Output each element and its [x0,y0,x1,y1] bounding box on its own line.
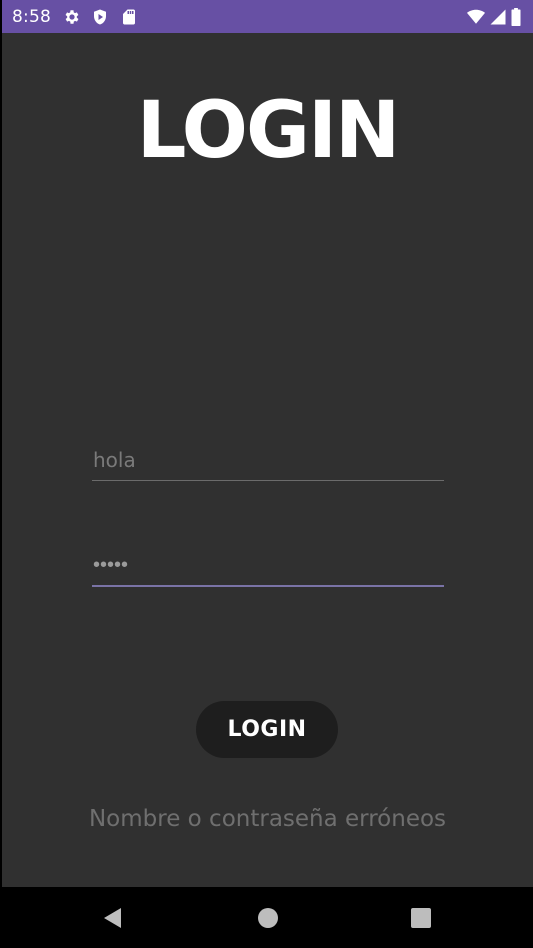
error-message: Nombre o contraseña erróneos [88,806,447,832]
password-underline [92,585,444,587]
back-icon[interactable] [101,906,125,930]
username-input[interactable] [92,440,444,480]
app-screen: 8:58 LOGIN ••••• LOGIN Nombre o contrase… [2,0,533,948]
gear-icon [65,10,79,24]
page-title: LOGIN [136,86,401,176]
recents-icon[interactable] [409,906,433,930]
home-icon[interactable] [256,906,280,930]
status-time: 8:58 [12,7,51,27]
navigation-bar [2,887,533,948]
battery-icon [511,8,521,26]
cell-signal-icon [490,9,506,25]
login-button[interactable]: LOGIN [196,701,338,758]
username-field[interactable] [92,440,444,481]
status-bar: 8:58 [2,0,533,33]
wifi-icon [467,9,485,24]
play-protect-icon [94,9,106,25]
password-field[interactable]: ••••• [92,545,444,587]
sd-card-icon [123,9,135,25]
username-underline [92,480,444,481]
password-input[interactable] [92,545,444,585]
